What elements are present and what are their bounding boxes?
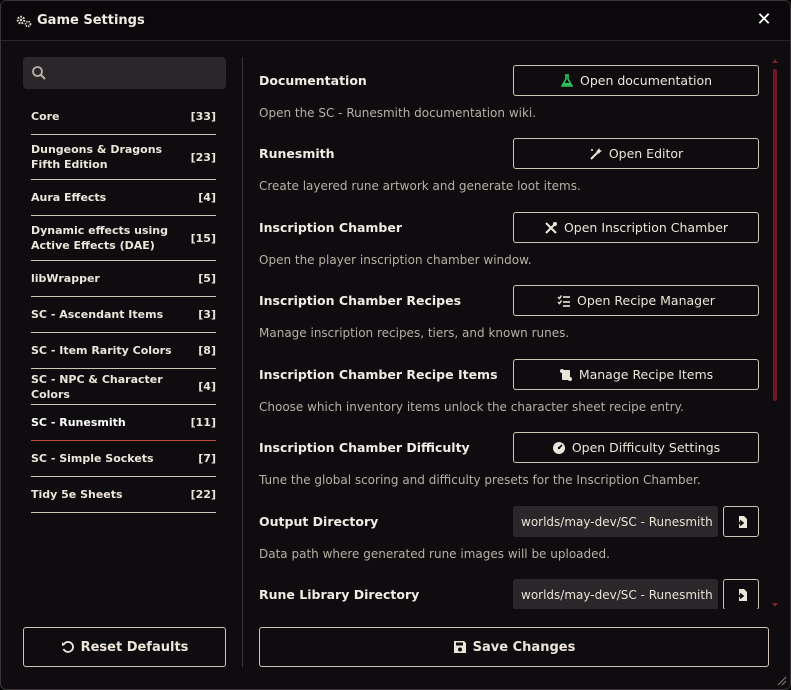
setting-name: Inscription Chamber Recipes: [259, 293, 462, 308]
sidebar-category-item[interactable]: Tidy 5e Sheets [22]: [31, 477, 216, 513]
setting-hint: Choose which inventory items unlock the …: [259, 400, 684, 414]
setting-name: Inscription Chamber Difficulty: [259, 440, 470, 455]
rune-library-directory-field[interactable]: [513, 579, 718, 609]
setting-hint: Create layered rune artwork and generate…: [259, 179, 581, 193]
setting-name: Inscription Chamber: [259, 220, 403, 235]
resize-handle-icon[interactable]: [775, 674, 787, 686]
setting-hint: Tune the global scoring and difficulty p…: [259, 473, 701, 487]
output-directory-picker-button[interactable]: [723, 506, 759, 537]
category-label: Dynamic effects using Active Effects (DA…: [31, 224, 168, 252]
output-directory-field[interactable]: [513, 506, 718, 537]
settings-scrollbar[interactable]: [772, 59, 778, 609]
category-label: Tidy 5e Sheets: [31, 488, 123, 501]
sidebar-category-item[interactable]: SC - Ascendant Items [3]: [31, 297, 216, 333]
setting-hint: Manage inscription recipes, tiers, and k…: [259, 326, 570, 340]
category-label: libWrapper: [31, 272, 100, 285]
sidebar-category-item[interactable]: SC - Runesmith [11]: [31, 405, 216, 441]
button-label: Open Recipe Manager: [577, 293, 715, 308]
category-count: [4]: [198, 191, 216, 204]
search-icon: [32, 66, 46, 80]
file-import-icon: [735, 588, 747, 601]
sidebar-category-item[interactable]: SC - NPC & Character Colors [4]: [31, 369, 216, 405]
sidebar-category-item[interactable]: SC - Item Rarity Colors [8]: [31, 333, 216, 369]
save-changes-button[interactable]: Save Changes: [259, 627, 769, 667]
button-label: Open Editor: [608, 146, 684, 161]
setting-name: Rune Library Directory: [259, 587, 420, 602]
window-title: Game Settings: [37, 13, 145, 28]
scroll-up-arrow-icon[interactable]: [772, 59, 778, 63]
category-count: [22]: [190, 488, 216, 501]
category-label: SC - Simple Sockets: [31, 452, 154, 465]
window-titlebar[interactable]: Game Settings ✕: [1, 1, 790, 41]
category-label: SC - NPC & Character Colors: [31, 372, 163, 401]
panel-divider: [242, 57, 243, 667]
setting-hint: Open the SC - Runesmith documentation wi…: [259, 106, 537, 120]
category-count: [8]: [198, 344, 216, 357]
sidebar-category-item[interactable]: libWrapper [5]: [31, 261, 216, 297]
category-count: [15]: [190, 231, 216, 245]
category-list: Core [33] Dungeons & Dragons Fifth Edition…: [31, 99, 216, 513]
undo-icon: [61, 641, 74, 653]
category-count: [11]: [190, 416, 216, 429]
search-box[interactable]: [23, 57, 226, 89]
game-settings-window: Game Settings ✕ Core [33] Dungeons & Drago…: [0, 0, 791, 690]
category-label: Aura Effects: [31, 191, 107, 204]
category-label: SC - Ascendant Items: [31, 308, 164, 321]
search-input[interactable]: [53, 66, 223, 80]
close-icon[interactable]: ✕: [756, 11, 772, 29]
button-label: Open Difficulty Settings: [571, 440, 721, 455]
rune-library-directory-picker-button[interactable]: [723, 579, 759, 609]
sidebar-category-item[interactable]: Dynamic effects using Active Effects (DA…: [31, 216, 216, 261]
scroll-down-arrow-icon[interactable]: [772, 603, 778, 607]
sidebar-category-item[interactable]: SC - Simple Sockets [7]: [31, 441, 216, 477]
gears-icon: [15, 14, 33, 28]
button-label: Open documentation: [579, 73, 713, 88]
setting-name: Output Directory: [259, 514, 379, 529]
reset-defaults-label: Reset Defaults: [80, 639, 189, 655]
category-label: SC - Runesmith: [31, 416, 126, 429]
tools-icon: [545, 221, 557, 234]
open-recipe-manager-button[interactable]: Open Recipe Manager: [513, 285, 759, 316]
manage-recipe-items-button[interactable]: Manage Recipe Items: [513, 359, 759, 390]
category-count: [7]: [198, 452, 216, 465]
category-sidebar: Core [33] Dungeons & Dragons Fifth Edition…: [23, 57, 226, 667]
button-label: Manage Recipe Items: [578, 367, 714, 382]
settings-panel: Documentation Open documentation Open th…: [259, 57, 769, 609]
button-label: Open Inscription Chamber: [563, 220, 729, 235]
open-difficulty-settings-button[interactable]: Open Difficulty Settings: [513, 432, 759, 463]
list-check-icon: [557, 294, 571, 307]
category-label: Core: [31, 110, 60, 123]
scrollbar-thumb[interactable]: [773, 69, 777, 401]
open-editor-button[interactable]: Open Editor: [513, 138, 759, 169]
category-label: SC - Item Rarity Colors: [31, 344, 172, 357]
reset-defaults-button[interactable]: Reset Defaults: [23, 627, 226, 667]
setting-name: Inscription Chamber Recipe Items: [259, 367, 498, 382]
category-count: [23]: [190, 150, 216, 164]
setting-name: Runesmith: [259, 146, 335, 161]
category-label: Dungeons & Dragons Fifth Edition: [31, 143, 163, 171]
sidebar-category-item[interactable]: Aura Effects [4]: [31, 180, 216, 216]
save-icon: [453, 641, 466, 653]
sidebar-category-item[interactable]: Core [33]: [31, 99, 216, 135]
category-count: [4]: [198, 380, 216, 393]
gauge-icon: [552, 441, 565, 454]
category-count: [5]: [198, 272, 216, 285]
sidebar-category-item[interactable]: Dungeons & Dragons Fifth Edition [23]: [31, 135, 216, 180]
category-count: [33]: [190, 110, 216, 123]
scroll-icon: [559, 368, 572, 381]
save-changes-label: Save Changes: [472, 639, 576, 655]
category-count: [3]: [198, 308, 216, 321]
magic-wand-icon: [590, 147, 602, 160]
open-documentation-button[interactable]: Open documentation: [513, 65, 759, 96]
setting-hint: Open the player inscription chamber wind…: [259, 253, 532, 267]
file-import-icon: [735, 515, 747, 528]
flask-icon: [560, 73, 574, 87]
setting-name: Documentation: [259, 73, 367, 88]
setting-hint: Data path where generated rune images wi…: [259, 547, 610, 561]
open-inscription-chamber-button[interactable]: Open Inscription Chamber: [513, 212, 759, 243]
